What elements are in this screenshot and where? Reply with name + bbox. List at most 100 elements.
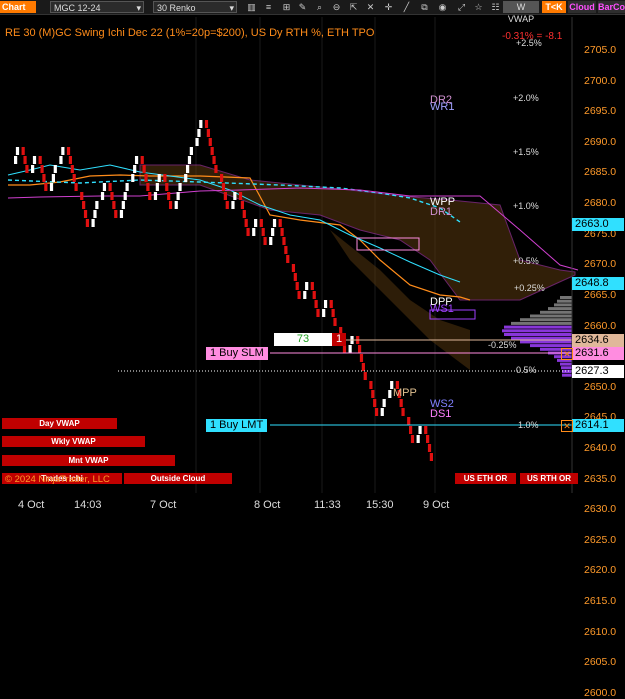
position-quantity[interactable]: 73 xyxy=(274,333,332,346)
line-icon[interactable]: ╱ xyxy=(400,1,413,13)
volume-profile-bar xyxy=(504,325,572,329)
percent-level-label: +0.5% xyxy=(513,256,539,266)
crosshair-icon[interactable]: ✛ xyxy=(382,1,395,13)
renko-brick xyxy=(303,291,307,299)
record-icon[interactable]: ◉ xyxy=(436,1,449,13)
time-axis-label: 9 Oct xyxy=(423,499,450,511)
renko-brick xyxy=(165,183,169,191)
chevron-down-icon: ▾ xyxy=(229,3,234,13)
us-rth-or-button[interactable]: US RTH OR xyxy=(520,473,578,484)
renko-brick xyxy=(305,282,309,290)
renko-brick xyxy=(312,291,316,299)
outside-cloud-button[interactable]: Outside Cloud xyxy=(124,473,232,484)
renko-brick xyxy=(374,408,379,416)
renko-brick xyxy=(244,219,248,227)
renko-brick xyxy=(322,309,326,317)
day-vwap-button[interactable]: Day VWAP xyxy=(2,418,117,429)
percent-level-label: 0.5% xyxy=(516,365,537,375)
instrument-name: MGC 12-24 xyxy=(54,3,101,13)
time-axis-label: 11:33 xyxy=(314,499,341,511)
volume-profile-bar xyxy=(511,336,572,340)
zoom-out-icon[interactable]: ⊖ xyxy=(330,1,343,13)
renko-brick xyxy=(199,120,203,128)
renko-brick xyxy=(40,165,44,173)
renko-brick xyxy=(225,201,229,209)
renko-brick xyxy=(297,291,301,299)
volume-profile-bar xyxy=(502,329,572,333)
price-box-tenkan: 2663.0 xyxy=(572,218,624,231)
price-box-profile: 2634.6 xyxy=(572,334,624,347)
renko-brick xyxy=(210,147,214,155)
toolbar: Chart MGC 12-24 ▾ 30 Renko ▾ ▥ ≡ ⊞ ✎ ⌕ ⊖… xyxy=(0,0,625,24)
cancel-order-icon[interactable]: ✕ xyxy=(561,420,573,432)
renko-brick xyxy=(85,219,90,227)
renko-brick xyxy=(110,192,114,200)
renko-brick xyxy=(348,345,352,353)
barco-button[interactable]: BarCo xyxy=(598,1,625,13)
cloud-button[interactable]: Cloud xyxy=(568,1,596,13)
renko-brick xyxy=(187,156,192,164)
indicator-icon[interactable]: ≡ xyxy=(262,1,275,13)
renko-brick xyxy=(295,282,299,290)
instrument-selector[interactable]: MGC 12-24 ▾ xyxy=(50,1,144,13)
cancel-order-icon[interactable]: ✕ xyxy=(561,348,573,360)
renko-brick xyxy=(333,318,337,326)
renko-brick xyxy=(100,192,105,200)
list-icon[interactable]: ☷ xyxy=(489,1,502,13)
renko-brick xyxy=(272,219,277,227)
renko-brick xyxy=(176,192,180,200)
renko-brick xyxy=(25,165,29,173)
buy-lmt-order[interactable]: 1 Buy LMT xyxy=(206,419,268,432)
renko-brick xyxy=(59,156,63,164)
ichimoku-cloud xyxy=(139,164,576,301)
bar-chart-icon[interactable]: ▥ xyxy=(245,1,258,13)
price-axis-label: 2700.0 xyxy=(584,74,617,87)
chart-title: RE 30 (M)GC Swing Ichi Dec 22 (1%=20p=$2… xyxy=(5,27,375,39)
buy-slm-order[interactable]: 1 Buy SLM xyxy=(206,347,268,360)
renko-brick xyxy=(410,435,415,443)
renko-brick xyxy=(153,192,158,200)
price-box-limit: 2614.1 xyxy=(572,419,624,432)
grid-icon[interactable]: ⊞ xyxy=(280,1,293,13)
expand-icon[interactable]: ⤢ xyxy=(455,1,468,13)
price-axis-label: 2690.0 xyxy=(584,135,617,148)
volume-profile-bar xyxy=(560,362,572,366)
renko-brick xyxy=(240,201,244,209)
bar-type-selector[interactable]: 30 Renko ▾ xyxy=(153,1,237,13)
position-badge[interactable]: 1 xyxy=(332,333,346,346)
renko-brick xyxy=(214,165,218,173)
time-axis-label: 15:30 xyxy=(366,499,394,511)
renko-brick xyxy=(212,156,216,164)
copy-icon[interactable]: ⧉ xyxy=(418,1,431,13)
cross-icon[interactable]: ✕ xyxy=(364,1,377,13)
renko-brick xyxy=(286,255,290,263)
renko-brick xyxy=(70,165,74,173)
price-box-order: 2631.6 xyxy=(572,347,624,360)
renko-brick xyxy=(184,174,188,182)
w-vwap-button[interactable]: W VWAP xyxy=(503,1,539,24)
price-axis-label: 2680.0 xyxy=(584,197,617,210)
price-axis-label: 2625.0 xyxy=(584,533,617,546)
renko-brick xyxy=(416,435,420,443)
renko-brick xyxy=(261,228,265,236)
pencil-icon[interactable]: ✎ xyxy=(296,1,309,13)
renko-brick xyxy=(21,147,25,155)
renko-brick xyxy=(68,156,73,164)
pointer-icon[interactable]: ⇱ xyxy=(347,1,360,13)
percent-level-label: 1.0% xyxy=(518,420,539,430)
tk-button[interactable]: T<K xyxy=(542,1,566,13)
renko-brick xyxy=(399,399,403,407)
price-axis-label: 2635.0 xyxy=(584,472,617,485)
price-axis-label: 2695.0 xyxy=(584,105,617,118)
star-icon[interactable]: ☆ xyxy=(472,1,485,13)
price-axis-label: 2620.0 xyxy=(584,564,617,577)
zoom-icon[interactable]: ⌕ xyxy=(313,1,326,13)
mnt-vwap-button[interactable]: Mnt VWAP xyxy=(2,455,175,466)
wkly-vwap-button[interactable]: Wkly VWAP xyxy=(2,436,145,447)
renko-brick xyxy=(178,183,182,191)
chart-tab[interactable]: Chart xyxy=(0,1,36,13)
us-eth-or-button[interactable]: US ETH OR xyxy=(455,473,516,484)
volume-profile-bar xyxy=(530,344,572,348)
renko-brick xyxy=(102,183,107,191)
price-axis-label: 2650.0 xyxy=(584,380,617,393)
